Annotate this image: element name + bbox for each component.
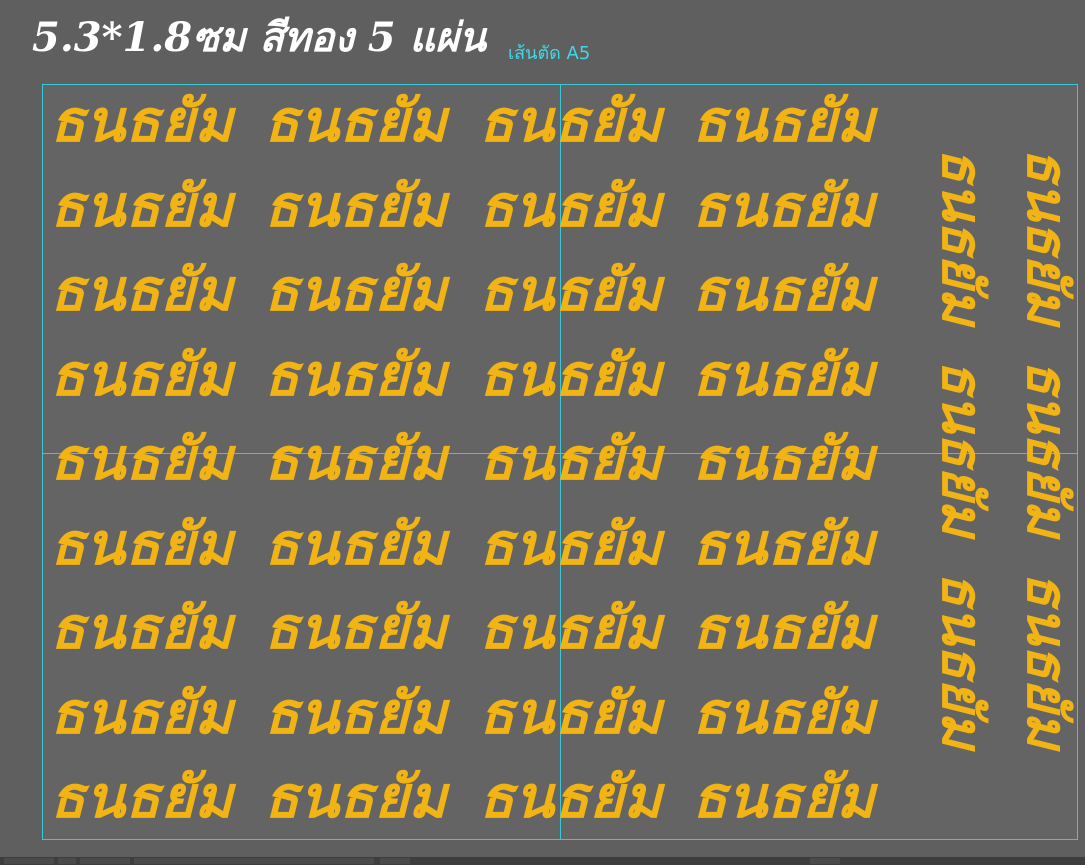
sticker-text-horizontal[interactable]: ธนธยัม <box>50 430 233 488</box>
sticker-text-horizontal[interactable]: ธนธยัม <box>264 684 447 742</box>
sticker-text-horizontal[interactable]: ธนธยัม <box>479 599 662 657</box>
sticker-text-horizontal[interactable]: ธนธยัม <box>264 177 447 235</box>
sticker-text-horizontal[interactable]: ธนธยัม <box>50 684 233 742</box>
sticker-text-vertical[interactable]: ธนธยัม <box>1014 148 1080 324</box>
sticker-text-horizontal[interactable]: ธนธยัม <box>264 599 447 657</box>
sticker-text-horizontal[interactable]: ธนธยัม <box>479 346 662 404</box>
sticker-text-horizontal[interactable]: ธนธยัม <box>692 177 875 235</box>
cut-line-label: เส้นตัด A5 <box>508 43 591 64</box>
sticker-text-horizontal[interactable]: ธนธยัม <box>50 599 233 657</box>
sticker-text-horizontal[interactable]: ธนธยัม <box>50 515 233 573</box>
sticker-text-horizontal[interactable]: ธนธยัม <box>264 346 447 404</box>
sticker-text-horizontal[interactable]: ธนธยัม <box>479 684 662 742</box>
sticker-text-horizontal[interactable]: ธนธยัม <box>479 177 662 235</box>
sticker-text-horizontal[interactable]: ธนธยัม <box>264 430 447 488</box>
sticker-text-horizontal[interactable]: ธนธยัม <box>692 599 875 657</box>
sticker-text-horizontal[interactable]: ธนธยัม <box>264 92 447 150</box>
sticker-text-vertical[interactable]: ธนธยัม <box>929 148 995 324</box>
sticker-text-vertical[interactable]: ธนธยัม <box>1014 572 1080 748</box>
sticker-text-horizontal[interactable]: ธนธยัม <box>692 92 875 150</box>
sticker-text-horizontal[interactable]: ธนธยัม <box>50 768 233 826</box>
sticker-text-horizontal[interactable]: ธนธยัม <box>479 92 662 150</box>
sticker-text-horizontal[interactable]: ธนธยัม <box>50 346 233 404</box>
sticker-text-horizontal[interactable]: ธนธยัม <box>692 768 875 826</box>
sticker-text-horizontal[interactable]: ธนธยัม <box>50 92 233 150</box>
sticker-text-horizontal[interactable]: ธนธยัม <box>479 515 662 573</box>
sticker-text-horizontal[interactable]: ธนธยัม <box>50 261 233 319</box>
sticker-text-horizontal[interactable]: ธนธยัม <box>479 430 662 488</box>
sticker-text-horizontal[interactable]: ธนธยัม <box>692 261 875 319</box>
sticker-text-vertical[interactable]: ธนธยัม <box>1014 360 1080 536</box>
sticker-text-vertical[interactable]: ธนธยัม <box>929 572 995 748</box>
status-bar <box>0 857 1085 865</box>
sticker-text-horizontal[interactable]: ธนธยัม <box>479 261 662 319</box>
sticker-text-horizontal[interactable]: ธนธยัม <box>264 768 447 826</box>
sticker-text-horizontal[interactable]: ธนธยัม <box>264 261 447 319</box>
sticker-text-horizontal[interactable]: ธนธยัม <box>692 346 875 404</box>
sticker-text-horizontal[interactable]: ธนธยัม <box>692 430 875 488</box>
sticker-text-horizontal[interactable]: ธนธยัม <box>264 515 447 573</box>
sticker-text-horizontal[interactable]: ธนธยัม <box>479 768 662 826</box>
sticker-text-horizontal[interactable]: ธนธยัม <box>692 515 875 573</box>
page-title: 5.3*1.8ซม สีทอง 5 แผ่น <box>32 14 487 61</box>
sticker-text-horizontal[interactable]: ธนธยัม <box>50 177 233 235</box>
sticker-text-horizontal[interactable]: ธนธยัม <box>692 684 875 742</box>
sticker-text-vertical[interactable]: ธนธยัม <box>929 360 995 536</box>
